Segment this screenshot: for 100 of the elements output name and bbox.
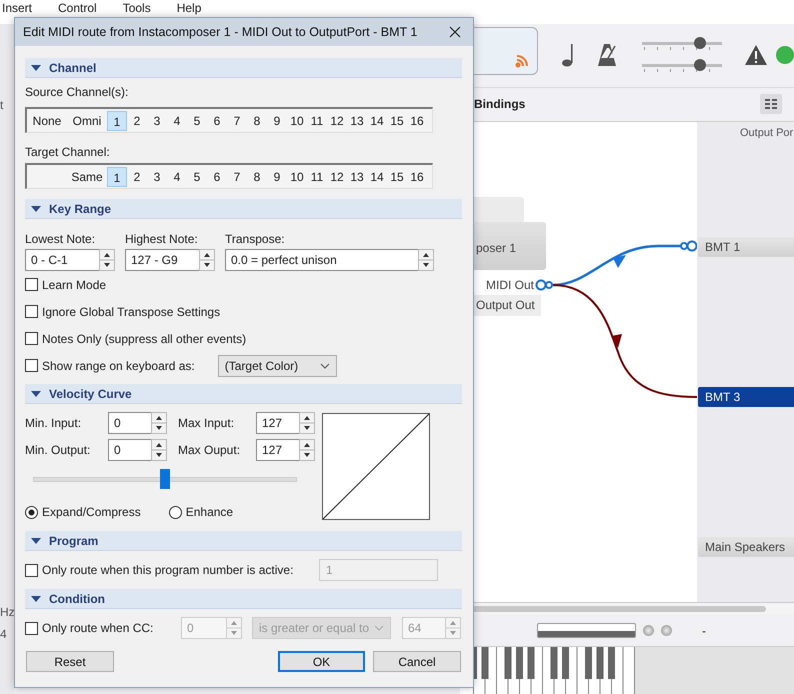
- field-label: Source Channel(s):: [25, 84, 130, 101]
- channel-option[interactable]: 10: [287, 166, 307, 186]
- field-label: Transpose:: [225, 231, 286, 248]
- channel-option[interactable]: 16: [407, 166, 427, 186]
- channel-option[interactable]: Same: [67, 166, 107, 186]
- output-port-item[interactable]: Main Speakers: [698, 536, 794, 557]
- channel-option[interactable]: 13: [347, 166, 367, 186]
- list-view-icon[interactable]: [760, 94, 782, 114]
- channel-option[interactable]: 8: [247, 166, 267, 186]
- section-header[interactable]: Key Range: [25, 199, 462, 219]
- channel-option[interactable]: 1: [107, 110, 127, 130]
- section-header[interactable]: Channel: [25, 58, 462, 78]
- spin-arrows-icon[interactable]: [199, 249, 215, 271]
- channel-option[interactable]: 9: [267, 110, 287, 130]
- channel-option[interactable]: 7: [227, 110, 247, 130]
- field-label: Min. Input:: [25, 414, 82, 432]
- volume-slider[interactable]: [642, 39, 722, 50]
- rss-icon: [515, 54, 530, 68]
- channel-option[interactable]: 1: [107, 166, 127, 186]
- spin-field[interactable]: 0: [108, 439, 151, 461]
- checkbox-label: Learn Mode: [42, 278, 106, 292]
- channel-option[interactable]: 5: [187, 166, 207, 186]
- note-icon[interactable]: [561, 43, 576, 68]
- channel-option[interactable]: 15: [387, 110, 407, 130]
- spin-arrows-icon[interactable]: [151, 412, 167, 434]
- channel-option[interactable]: 15: [387, 166, 407, 186]
- chevron-icon: [374, 625, 384, 631]
- spin-arrows-icon[interactable]: [418, 249, 434, 271]
- spin-arrows-icon[interactable]: [299, 439, 315, 461]
- status-text: -: [702, 624, 706, 638]
- channel-option[interactable]: 9: [267, 166, 287, 186]
- channel-option[interactable]: 11: [307, 166, 327, 186]
- spin-field[interactable]: 127: [256, 412, 299, 434]
- output-port-item[interactable]: BMT 3: [698, 386, 794, 407]
- window-title: Edit MIDI route from Instacomposer 1 - MIDI Out to OutputPort - BMT 1: [23, 25, 418, 39]
- channel-option[interactable]: None: [27, 110, 67, 130]
- section-title: Channel: [49, 60, 96, 74]
- dialog-button[interactable]: Cancel: [373, 651, 461, 672]
- channel-option[interactable]: 6: [207, 110, 227, 130]
- panel-text: t: [0, 98, 4, 112]
- indicator-light: [643, 625, 654, 636]
- spin-field[interactable]: 0.0 = perfect unison: [225, 249, 418, 271]
- field-label: Lowest Note:: [25, 231, 96, 248]
- channel-option[interactable]: 3: [147, 110, 167, 130]
- channel-option[interactable]: 7: [227, 166, 247, 186]
- metronome-icon[interactable]: [598, 43, 618, 68]
- warning-icon[interactable]: [744, 44, 768, 66]
- checkbox-label: Show range on keyboard as:: [42, 358, 195, 372]
- panel-text: Hz: [0, 605, 14, 619]
- channel-option[interactable]: 4: [167, 166, 187, 186]
- channel-option[interactable]: 13: [347, 110, 367, 130]
- channel-option[interactable]: 12: [327, 110, 347, 130]
- spin-arrows-icon[interactable]: [299, 412, 315, 434]
- field-label: Target Channel:: [25, 144, 111, 161]
- checkbox-label: Ignore Global Transpose Settings: [42, 304, 220, 318]
- channel-option[interactable]: 4: [167, 110, 187, 130]
- dialog-button[interactable]: Reset: [26, 651, 114, 672]
- close-icon[interactable]: [449, 26, 461, 38]
- channel-option[interactable]: Omni: [67, 110, 107, 130]
- output-port-item[interactable]: BMT 1: [698, 236, 794, 257]
- channel-option[interactable]: 12: [327, 166, 347, 186]
- channel-option[interactable]: 5: [187, 110, 207, 130]
- channel-option[interactable]: 14: [367, 166, 387, 186]
- volume-slider[interactable]: [642, 61, 722, 72]
- field-label: Min. Output:: [25, 442, 92, 458]
- channel-option[interactable]: 8: [247, 110, 267, 130]
- spin-field[interactable]: 0 - C-1: [25, 249, 99, 271]
- checkbox[interactable]: [25, 359, 38, 372]
- spin-field[interactable]: 127: [256, 439, 299, 461]
- route-arrow[interactable]: [552, 284, 697, 398]
- radio-button[interactable]: [168, 506, 182, 518]
- radio-button[interactable]: [25, 506, 38, 518]
- channel-option[interactable]: 3: [147, 166, 167, 186]
- radio-label: Enhance: [186, 505, 234, 519]
- expand-arrow-icon[interactable]: [31, 390, 41, 396]
- route-arrow[interactable]: [552, 240, 697, 286]
- color-dropdown[interactable]: (Target Color): [218, 354, 337, 376]
- field-label: Max Ouput:: [178, 442, 242, 458]
- channel-option[interactable]: 16: [407, 110, 427, 130]
- channel-option[interactable]: 6: [207, 166, 227, 186]
- piano-keyboard-drawing[interactable]: [460, 647, 635, 694]
- port-connector[interactable]: [536, 279, 553, 290]
- channel-option[interactable]: 14: [367, 110, 387, 130]
- dialog-button[interactable]: OK: [278, 651, 365, 672]
- channel-option[interactable]: 10: [287, 110, 307, 130]
- channel-option[interactable]: 2: [127, 110, 147, 130]
- curve-slider[interactable]: [33, 469, 297, 489]
- channel-option[interactable]: 2: [127, 166, 147, 186]
- checkbox[interactable]: [25, 332, 38, 345]
- checkbox[interactable]: [25, 305, 38, 318]
- checkbox-label: Only route when this program number is active:: [42, 563, 294, 577]
- spin-field[interactable]: 0: [108, 412, 151, 434]
- expand-arrow-icon[interactable]: [31, 206, 41, 212]
- checkbox[interactable]: [25, 278, 38, 291]
- section-header[interactable]: Velocity Curve: [25, 384, 462, 404]
- expand-arrow-icon[interactable]: [31, 64, 41, 70]
- channel-option[interactable]: 11: [307, 110, 327, 130]
- spin-arrows-icon[interactable]: [99, 249, 115, 271]
- spin-arrows-icon[interactable]: [151, 439, 167, 461]
- spin-field[interactable]: 127 - G9: [125, 249, 199, 271]
